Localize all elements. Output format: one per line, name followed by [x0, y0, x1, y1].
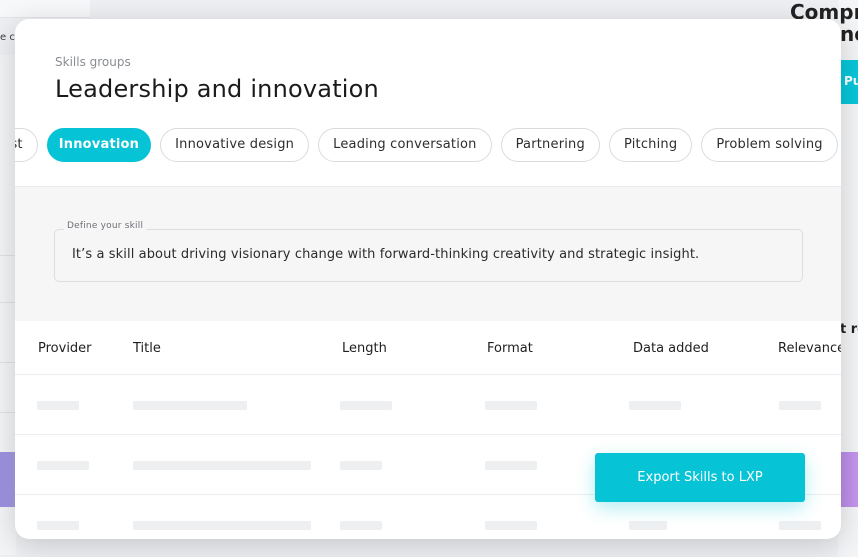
skill-chip-list: ust Innovation Innovative design Leading… — [15, 128, 841, 162]
placeholder-cell — [37, 521, 79, 530]
placeholder-cell — [133, 461, 311, 470]
define-skill-label: Define your skill — [64, 221, 147, 231]
skill-chip[interactable]: Partnering — [500, 128, 600, 162]
table-row-placeholder — [15, 375, 841, 435]
table-header: Provider Title Length Format Data added … — [15, 321, 841, 375]
skill-chip[interactable]: Problem solving — [701, 128, 838, 162]
placeholder-cell — [340, 521, 382, 530]
skill-chip[interactable]: ust — [15, 128, 38, 162]
background-divider — [0, 302, 16, 303]
modal-title: Leadership and innovation — [55, 75, 379, 103]
placeholder-cell — [485, 461, 537, 470]
background-text-fragment: t re — [840, 322, 858, 337]
column-header-format[interactable]: Format — [487, 341, 533, 356]
skill-chip[interactable]: Innovative design — [160, 128, 310, 162]
background-title-line2: ne — [840, 22, 858, 46]
placeholder-cell — [37, 401, 79, 410]
skills-group-modal: Skills groups Leadership and innovation … — [15, 19, 841, 539]
placeholder-cell — [629, 521, 667, 530]
modal-eyebrow: Skills groups — [55, 55, 131, 69]
define-skill-text: It’s a skill about driving visionary cha… — [72, 247, 700, 262]
placeholder-cell — [340, 401, 392, 410]
placeholder-cell — [37, 461, 89, 470]
column-header-relevance[interactable]: Relevance — [778, 341, 841, 356]
column-header-title[interactable]: Title — [133, 341, 161, 356]
placeholder-cell — [779, 401, 821, 410]
skill-chip[interactable]: Pitching — [608, 128, 693, 162]
background-topbar — [0, 0, 90, 18]
background-purple-banner-right — [840, 452, 858, 507]
placeholder-cell — [485, 521, 537, 530]
background-divider — [0, 362, 16, 363]
column-header-data-added[interactable]: Data added — [633, 341, 709, 356]
skill-chip[interactable]: Leading conversation — [318, 128, 492, 162]
placeholder-cell — [133, 521, 311, 530]
background-purple-banner-left — [0, 452, 16, 507]
background-divider — [0, 255, 16, 256]
define-skill-section: Define your skill It’s a skill about dri… — [15, 186, 841, 321]
placeholder-cell — [485, 401, 537, 410]
column-header-length[interactable]: Length — [342, 341, 387, 356]
placeholder-cell — [779, 521, 821, 530]
define-skill-field[interactable]: Define your skill It’s a skill about dri… — [54, 221, 803, 282]
placeholder-cell — [340, 461, 382, 470]
export-skills-button[interactable]: Export Skills to LXP — [595, 453, 805, 502]
skill-chip-active[interactable]: Innovation — [46, 128, 152, 162]
background-divider — [0, 412, 16, 413]
background-publish-button[interactable]: Pu — [838, 60, 858, 104]
placeholder-cell — [629, 401, 681, 410]
column-header-provider[interactable]: Provider — [38, 341, 92, 356]
placeholder-cell — [133, 401, 247, 410]
